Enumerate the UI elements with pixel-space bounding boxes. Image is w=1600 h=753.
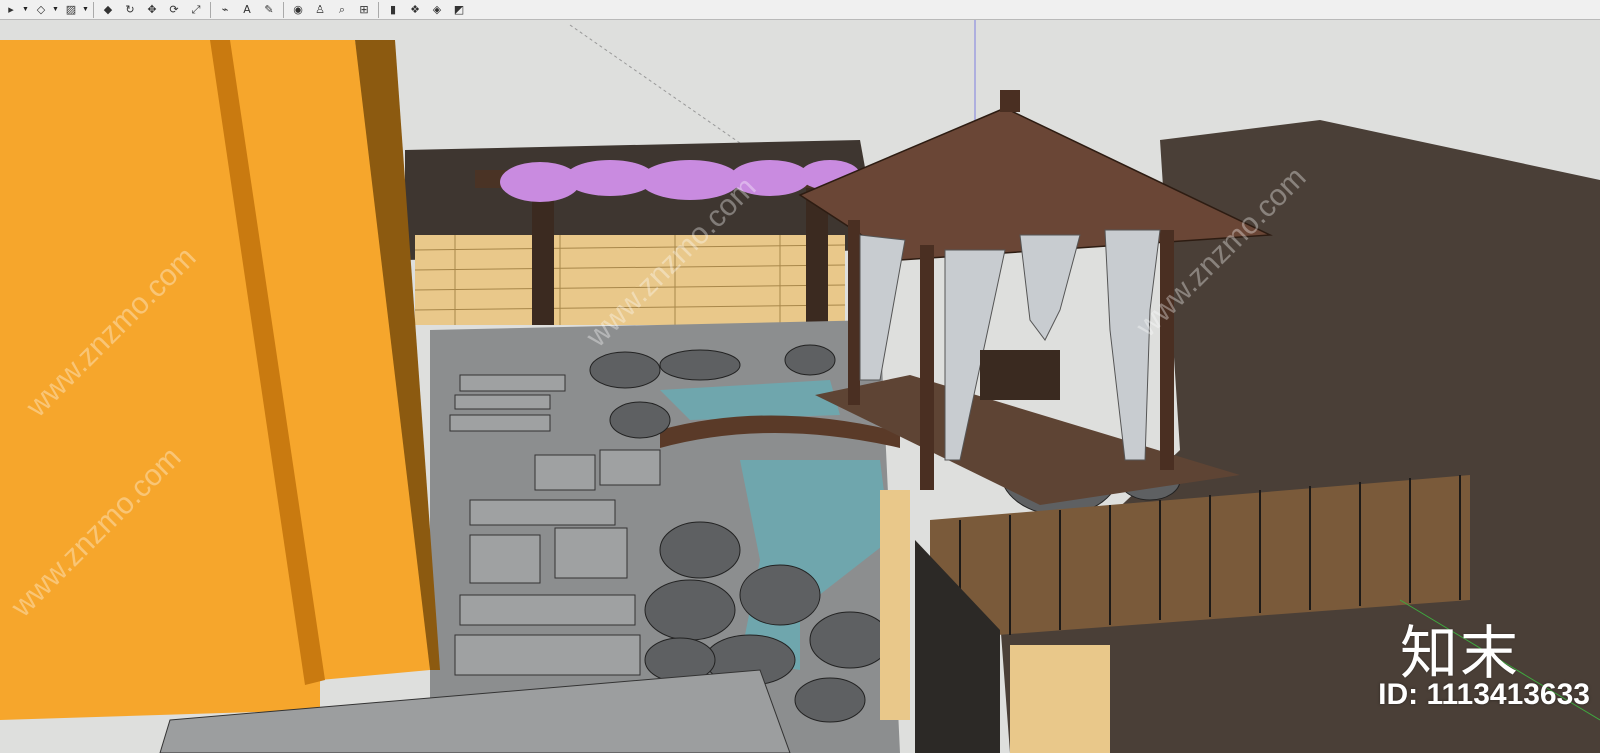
paint-icon[interactable]: ✎ bbox=[260, 2, 278, 18]
text-icon[interactable]: A bbox=[238, 2, 256, 18]
toolbar-separator bbox=[378, 1, 379, 18]
pavilion-post bbox=[848, 220, 860, 405]
sketchup-toolbar: ▸ ▼ ◇ ▼ ▨ ▼ ◆ ↻ ✥ ⟳ ⤢ ⌁ A ✎ ◉ ♙ ⌕ ⊞ ▮ ❖ ◈ ◩ bbox=[0, 0, 1600, 20]
dropdown-arrow-icon[interactable]: ▼ bbox=[82, 6, 89, 13]
styles-icon[interactable]: ◩ bbox=[450, 2, 468, 18]
pavilion-post bbox=[920, 245, 934, 490]
select-arrow-icon[interactable]: ▸ bbox=[2, 2, 20, 18]
walk-icon[interactable]: ♙ bbox=[311, 2, 329, 18]
dropdown-arrow-icon[interactable]: ▼ bbox=[52, 6, 59, 13]
pergola-post-left bbox=[532, 185, 554, 325]
toolbar-separator bbox=[283, 1, 284, 18]
pavilion-roof-finial bbox=[1000, 90, 1020, 112]
garden-model-scene[interactable] bbox=[0, 20, 1600, 753]
dropdown-arrow-icon[interactable]: ▼ bbox=[22, 6, 29, 13]
eraser-icon[interactable]: ◇ bbox=[32, 2, 50, 18]
watermark-id: ID: 1113413633 bbox=[1378, 678, 1590, 711]
zoom-extents-icon[interactable]: ⊞ bbox=[355, 2, 373, 18]
push-pull-icon[interactable]: ◆ bbox=[99, 2, 117, 18]
toolbar-separator bbox=[210, 1, 211, 18]
bamboo-gatepost bbox=[880, 490, 910, 720]
tea-table bbox=[980, 350, 1060, 400]
paint-bucket-icon[interactable]: ▨ bbox=[62, 2, 80, 18]
scale-icon[interactable]: ⤢ bbox=[187, 2, 205, 18]
bamboo-fence-front bbox=[1010, 645, 1110, 753]
move-icon[interactable]: ✥ bbox=[143, 2, 161, 18]
tape-measure-icon[interactable]: ⌁ bbox=[216, 2, 234, 18]
rotate-icon[interactable]: ⟳ bbox=[165, 2, 183, 18]
section-plane-icon[interactable]: ▮ bbox=[384, 2, 402, 18]
materials-icon[interactable]: ◈ bbox=[428, 2, 446, 18]
orbit-icon[interactable]: ◉ bbox=[289, 2, 307, 18]
follow-me-icon[interactable]: ↻ bbox=[121, 2, 139, 18]
pavilion-post bbox=[1160, 230, 1174, 470]
3d-viewport[interactable] bbox=[0, 20, 1600, 753]
toolbar-separator bbox=[93, 1, 94, 18]
components-icon[interactable]: ❖ bbox=[406, 2, 424, 18]
zoom-icon[interactable]: ⌕ bbox=[333, 2, 351, 18]
